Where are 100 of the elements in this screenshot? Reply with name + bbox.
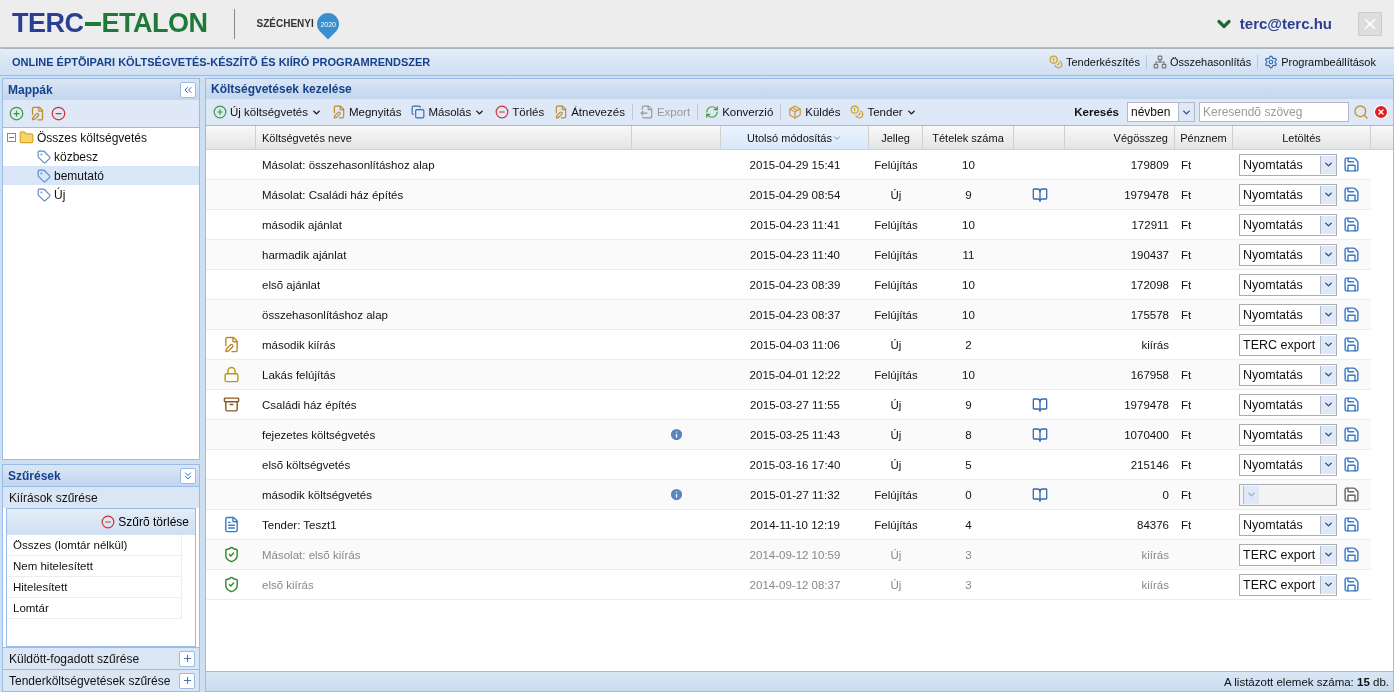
collapse-button[interactable] [180, 81, 196, 98]
filter-section-header[interactable]: Tenderköltségvetések szűrése [3, 669, 199, 691]
toolbar-button[interactable]: Átnevezés [551, 103, 628, 121]
search-field[interactable]: Keresendõ szöveg [1199, 102, 1349, 122]
column-header[interactable]: Letöltés [1233, 126, 1371, 149]
save-icon[interactable] [1343, 426, 1360, 443]
table-cell: elsõ költségvetés [262, 458, 351, 471]
search-scope-dropdown[interactable]: névben [1127, 102, 1195, 122]
table-cell: 10 [962, 158, 975, 171]
clear-search-button[interactable] [1373, 104, 1389, 120]
folder-tree-item[interactable]: Összes költségvetés [3, 128, 199, 147]
column-header[interactable]: Tételek száma [923, 126, 1014, 149]
table-cell: Ft [1181, 428, 1192, 441]
download-format-dropdown[interactable]: TERC export [1239, 333, 1337, 356]
nav-link[interactable]: Programbeállítások [1257, 55, 1382, 69]
table-cell: Új [890, 428, 902, 441]
book-icon[interactable] [1031, 426, 1048, 443]
info-icon[interactable] [669, 487, 684, 502]
nav-link[interactable]: Tenderkészítés [1042, 55, 1146, 69]
filter-option[interactable]: Összes (lomtár nélkül) [7, 535, 182, 556]
save-icon[interactable] [1343, 336, 1360, 353]
folder-tree-item[interactable]: Új [3, 185, 199, 204]
toolbar-button[interactable]: Tender [847, 103, 920, 121]
toolbar-button[interactable]: Másolás [408, 103, 489, 121]
toolbar-button[interactable]: Küldés [785, 103, 844, 121]
save-icon[interactable] [1343, 156, 1360, 173]
filter-option[interactable]: Lomtár [7, 598, 182, 619]
book-icon[interactable] [1031, 396, 1048, 413]
download-format-dropdown[interactable]: Nyomtatás [1239, 363, 1337, 386]
download-format-dropdown[interactable]: Nyomtatás [1239, 273, 1337, 296]
folder-tree-item[interactable]: közbesz [3, 147, 199, 166]
column-header[interactable]: Költségvetés neve [256, 126, 632, 149]
save-icon[interactable] [1343, 546, 1360, 563]
filter-section-header[interactable]: Küldött-fogadott szűrése [3, 647, 199, 669]
save-icon[interactable] [1343, 246, 1360, 263]
table-row[interactable]: összehasonlításhoz alap 2015-04-23 08:37 Felújítás 10 175578 Ft Nyomtatás [206, 300, 1371, 330]
download-format-dropdown[interactable]: Nyomtatás [1239, 423, 1337, 446]
search-button[interactable] [1353, 104, 1369, 120]
save-icon[interactable] [1343, 456, 1360, 473]
save-icon[interactable] [1343, 276, 1360, 293]
download-format-dropdown[interactable]: Nyomtatás [1239, 513, 1337, 536]
nav-link[interactable]: Összehasonlítás [1145, 55, 1258, 69]
expand-button[interactable] [179, 650, 195, 667]
table-cell: 10 [962, 308, 975, 321]
folder-tree-item[interactable]: bemutató [3, 166, 199, 185]
save-icon[interactable] [1343, 306, 1360, 323]
add-button[interactable] [9, 106, 24, 121]
table-row[interactable]: Másolat: Családi ház építés 2015-04-29 08:54 Új 9 1979478 Ft Nyomtatás [206, 180, 1371, 210]
table-cell: Ft [1181, 158, 1192, 171]
caret-icon [1323, 279, 1334, 290]
save-icon[interactable] [1343, 486, 1360, 503]
download-format-dropdown[interactable]: TERC export [1239, 573, 1337, 596]
filter-section-header[interactable]: Kiírások szűrése [3, 486, 199, 508]
save-icon[interactable] [1343, 576, 1360, 593]
toolbar-button[interactable]: Új költségvetés [210, 103, 325, 121]
collapse-icon[interactable] [7, 133, 16, 142]
table-row[interactable]: második költségvetés 2015-01-27 11:32 Felújítás 0 0 Ft [206, 480, 1371, 510]
table-cell: Lakás felújítás [262, 368, 336, 381]
expand-button[interactable] [180, 467, 196, 484]
table-row[interactable]: Lakás felújítás 2015-04-01 12:22 Felújítás 10 167958 Ft Nyomtatás [206, 360, 1371, 390]
download-format-dropdown[interactable]: Nyomtatás [1239, 183, 1337, 206]
download-format-dropdown[interactable]: Nyomtatás [1239, 213, 1337, 236]
save-icon[interactable] [1343, 366, 1360, 383]
column-header[interactable]: Pénznem [1175, 126, 1233, 149]
filter-option[interactable]: Nem hitelesített [7, 556, 182, 577]
download-format-dropdown[interactable]: Nyomtatás [1239, 303, 1337, 326]
save-icon[interactable] [1343, 396, 1360, 413]
table-cell: 3 [965, 548, 972, 561]
edit-button[interactable] [30, 106, 45, 121]
filter-section-title: Tenderköltségvetések szűrése [9, 673, 171, 688]
tag-icon [37, 149, 51, 164]
toolbar-button[interactable]: Konverzió [702, 103, 777, 121]
book-icon[interactable] [1031, 186, 1048, 203]
expand-button[interactable] [179, 672, 195, 689]
column-header[interactable]: Utolsó módosítás [721, 126, 869, 149]
toolbar-button[interactable]: Megnyitás [329, 103, 405, 121]
table-cell: Felújítás [874, 368, 918, 381]
filter-option[interactable]: Hitelesített [7, 577, 182, 598]
download-format-dropdown[interactable]: Nyomtatás [1239, 453, 1337, 476]
save-icon[interactable] [1343, 516, 1360, 533]
download-format-dropdown[interactable]: Nyomtatás [1239, 393, 1337, 416]
table-row[interactable]: harmadik ajánlat 2015-04-23 11:40 Felújítás 11 190437 Ft Nyomtatás [206, 240, 1371, 270]
table-cell: Másolat: összehasonlításhoz alap [262, 158, 435, 171]
book-icon[interactable] [1031, 486, 1048, 503]
download-format-dropdown[interactable]: TERC export [1239, 543, 1337, 566]
user-email[interactable]: terc@terc.hu [1239, 15, 1332, 32]
table-cell: második ajánlat [262, 218, 342, 231]
table-row[interactable]: fejezetes költségvetés 2015-03-25 11:43 Új 8 1070400 Ft Nyomtatás [206, 420, 1371, 450]
delete-button[interactable] [51, 106, 66, 121]
column-header[interactable]: Végösszeg [1065, 126, 1175, 149]
save-icon[interactable] [1343, 186, 1360, 203]
toolbar-button[interactable]: Törlés [492, 103, 548, 121]
column-header[interactable]: Jelleg [869, 126, 923, 149]
panel-title: Szűrések [8, 468, 61, 483]
caret-icon [1323, 549, 1334, 560]
table-row[interactable]: Másolat: elsõ kiírás 2014-09-12 10:59 Új 3 kiírás TERC export [206, 540, 1371, 570]
download-format-dropdown[interactable]: Nyomtatás [1239, 243, 1337, 266]
download-format-dropdown[interactable]: Nyomtatás [1239, 153, 1337, 176]
info-icon[interactable] [669, 427, 684, 442]
save-icon[interactable] [1343, 216, 1360, 233]
